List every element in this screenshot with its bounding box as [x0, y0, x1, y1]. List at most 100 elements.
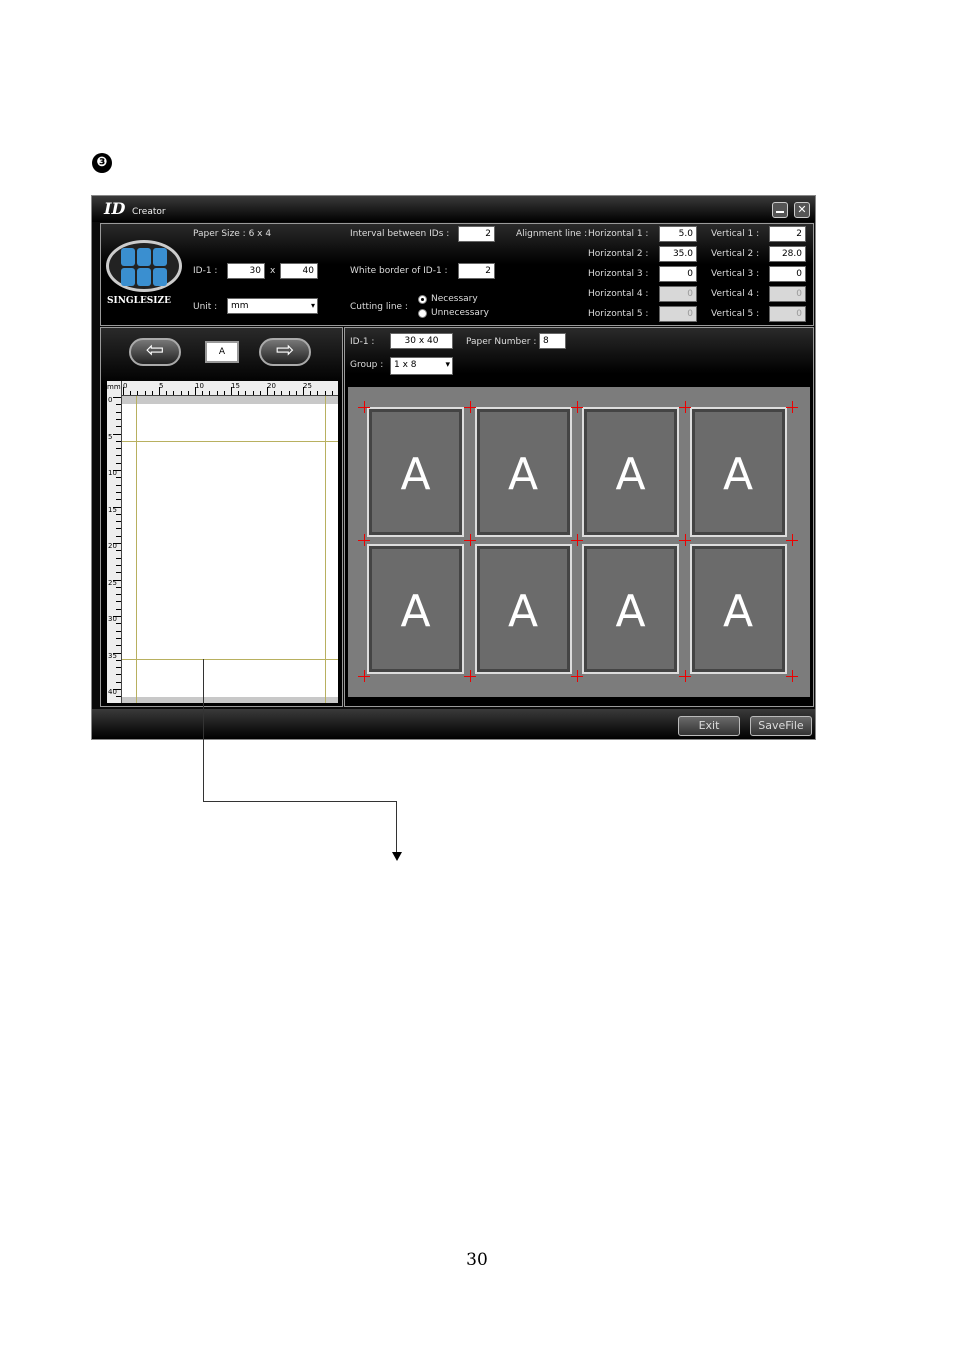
- callout-arrowhead-icon: [392, 852, 402, 861]
- ruler-v-tick: [116, 491, 121, 493]
- ruler-v-tick: [116, 696, 121, 698]
- vertical-input[interactable]: 0: [769, 266, 806, 282]
- ruler-v-tick: [116, 645, 121, 647]
- group-label: Group :: [350, 360, 384, 370]
- cut-mark-icon: [470, 401, 471, 413]
- ruler-v-tick: [116, 681, 121, 683]
- cut-mark-icon: [577, 534, 578, 546]
- cut-mark-icon: [685, 670, 686, 682]
- cut-mark-icon: [470, 534, 471, 546]
- minimize-button[interactable]: [772, 202, 788, 218]
- vertical-label: Vertical 3 :: [711, 269, 760, 279]
- ruler-h-label: 25: [303, 382, 312, 390]
- ruler-h-tick: [238, 391, 240, 395]
- id-card: A: [689, 407, 787, 537]
- cut-mark-icon: [364, 534, 365, 546]
- ruler-v-tick: [116, 594, 121, 596]
- ruler-h-tick: [180, 391, 182, 395]
- ruler-v-tick: [116, 667, 121, 669]
- logo-grid-icon: [121, 248, 167, 286]
- ruler-v-tick: [116, 513, 121, 515]
- horizontal-label: Horizontal 5 :: [588, 309, 649, 319]
- interval-label: Interval between IDs :: [350, 229, 450, 239]
- id-label: ID-1 :: [350, 337, 375, 347]
- ruler-v-tick: [116, 440, 121, 442]
- cutting-unnecessary-radio[interactable]: [418, 309, 427, 318]
- vertical-input[interactable]: 0: [769, 306, 806, 322]
- footer-bar: Exit SaveFile: [92, 709, 815, 739]
- id-card: A: [689, 544, 787, 674]
- ruler-v-tick: [116, 462, 121, 464]
- cutting-necessary-radio[interactable]: [418, 295, 427, 304]
- horizontal-input[interactable]: 0: [659, 306, 697, 322]
- guide-line-v2: [325, 396, 326, 703]
- vertical-label: Vertical 1 :: [711, 229, 760, 239]
- vertical-label: Vertical 2 :: [711, 249, 760, 259]
- id-height-input[interactable]: 40: [280, 263, 318, 279]
- group-select[interactable]: 1 x 8 ▾: [390, 357, 453, 375]
- vertical-input[interactable]: 0: [769, 286, 806, 302]
- ruler-v-tick: [116, 535, 121, 537]
- cutting-necessary-label: Necessary: [431, 294, 478, 304]
- horizontal-input[interactable]: 35.0: [659, 246, 697, 262]
- ruler-h-tick: [223, 391, 225, 395]
- unit-label: Unit :: [193, 302, 218, 312]
- cut-mark-icon: [364, 401, 365, 413]
- next-button[interactable]: ⇨: [259, 338, 311, 366]
- ruler-h-tick: [216, 391, 218, 395]
- horizontal-label: Horizontal 3 :: [588, 269, 649, 279]
- ruler-h-tick: [267, 387, 268, 395]
- callout-line-across: [203, 801, 397, 802]
- arrow-left-icon: ⇦: [145, 338, 165, 363]
- ruler-h-tick: [310, 391, 312, 395]
- save-file-button[interactable]: SaveFile: [750, 716, 812, 736]
- ruler-h-tick: [324, 391, 326, 395]
- horizontal-input[interactable]: 0: [659, 286, 697, 302]
- ruler-v-tick: [116, 550, 121, 552]
- horizontal-input[interactable]: 0: [659, 266, 697, 282]
- ruler-h-tick: [202, 391, 204, 395]
- ruler-h-tick: [130, 391, 132, 395]
- ruler-v-tick: [116, 477, 121, 479]
- ruler-v-tick: [116, 404, 121, 406]
- ruler-h-label: 10: [195, 382, 204, 390]
- ruler-h-tick: [123, 387, 124, 395]
- right-panel: ID-1 : 30 x 40 Paper Number : 8 Group : …: [344, 327, 814, 707]
- ruler-v-tick: [116, 586, 121, 588]
- vertical-input[interactable]: 2: [769, 226, 806, 242]
- singlesize-logo: [106, 240, 182, 292]
- interval-input[interactable]: 2: [458, 226, 495, 242]
- id-size-label: ID-1 :: [193, 266, 218, 276]
- ruler-v-tick: [116, 484, 121, 486]
- id-card: A: [367, 407, 464, 537]
- paper-number-value: 8: [539, 333, 566, 349]
- selected-id-box: A: [205, 341, 239, 363]
- white-border-input[interactable]: 2: [458, 263, 495, 279]
- horizontal-label: Horizontal 1 :: [588, 229, 649, 239]
- exit-button[interactable]: Exit: [678, 716, 740, 736]
- close-button[interactable]: ✕: [794, 202, 810, 218]
- ruler-v-tick: [113, 470, 121, 471]
- ruler-h-tick: [195, 387, 196, 395]
- vertical-input[interactable]: 28.0: [769, 246, 806, 262]
- ruler-v-tick: [113, 579, 121, 581]
- ruler-v-tick: [113, 433, 121, 435]
- step-marker: ❸: [92, 153, 112, 173]
- ruler-v-tick: [116, 499, 121, 501]
- ruler-v-tick: [113, 616, 121, 617]
- id-width-input[interactable]: 30: [227, 263, 265, 279]
- horizontal-input[interactable]: 5.0: [659, 226, 697, 242]
- ruler-h-tick: [252, 391, 254, 395]
- cut-mark-icon: [792, 534, 793, 546]
- unit-select[interactable]: mm ▾: [227, 298, 318, 314]
- preview-area: mm 0 5 10 15 20 25 0 5 10 15 20 25 30 35 40: [107, 381, 338, 703]
- ruler-h-tick: [144, 391, 146, 395]
- ruler-h-tick: [331, 391, 333, 395]
- ruler-v-tick: [113, 397, 121, 398]
- prev-button[interactable]: ⇦: [129, 338, 181, 366]
- left-panel: ⇦ A ⇨ mm 0 5 10 15 20 25 0 5 10 15 20 25 30 35 40: [100, 327, 343, 707]
- horizontal-label: Horizontal 4 :: [588, 289, 649, 299]
- ruler-h-label: 20: [267, 382, 276, 390]
- guide-line-v1: [136, 396, 137, 703]
- app-logo: ID: [104, 199, 126, 218]
